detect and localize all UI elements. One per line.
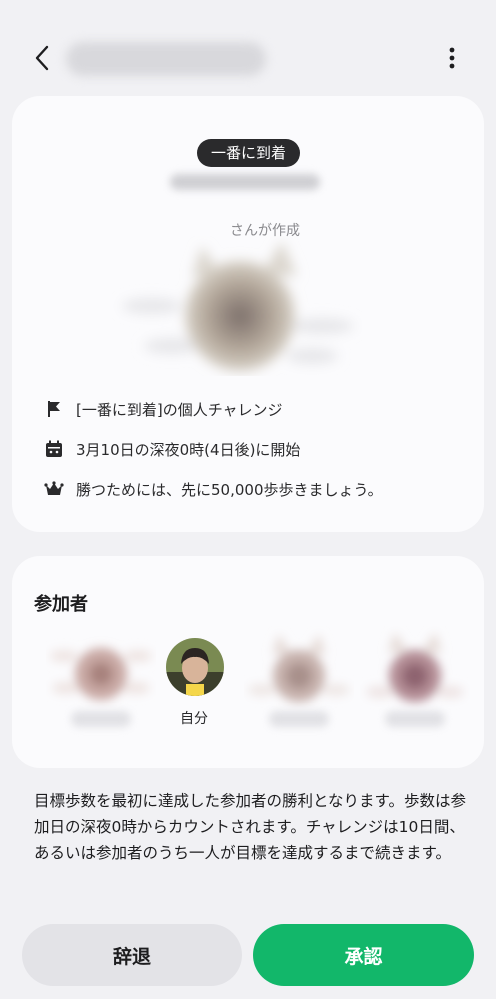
more-options-button[interactable] [440,44,464,72]
calendar-icon [46,440,62,457]
start-time-text: 3月10日の深夜0時(4日後)に開始 [76,440,301,459]
challenge-rules-text: 目標歩数を最初に達成した参加者の勝利となります。歩数は参加日の深夜0時からカウン… [34,792,466,862]
participants-card: 参加者 自分 [12,556,484,768]
participant-name-redacted [385,711,445,727]
participant-name-redacted [269,711,329,727]
back-button[interactable] [28,40,58,76]
creator-avatar [122,241,354,371]
participant-avatar[interactable] [244,626,354,756]
participant-name-redacted [71,711,131,727]
self-avatar-image [166,638,224,696]
participants-title: 参加者 [34,594,88,615]
more-vertical-icon [449,47,455,69]
flag-icon [48,401,60,417]
app-header [0,0,496,96]
accept-button[interactable]: 承認 [253,924,474,986]
crown-icon [44,481,64,495]
participant-avatar[interactable] [360,626,470,756]
creator-name-redacted [170,174,320,190]
goal-text: 勝つためには、先に50,000歩歩きましょう。 [76,480,383,499]
decline-button[interactable]: 辞退 [22,924,242,986]
goal-row: 勝つためには、先に50,000歩歩きましょう。 [44,476,383,502]
challenge-type-text: [一番に到着]の個人チャレンジ [76,400,283,419]
self-label: 自分 [180,711,208,727]
challenge-type-row: [一番に到着]の個人チャレンジ [44,396,283,422]
participant-avatar[interactable] [46,626,156,756]
start-time-row: 3月10日の深夜0時(4日後)に開始 [44,436,300,462]
challenge-card: 一番に到着 さんが作成 [一番に到着]の個人チャレンジ 3月10日の深夜0時(4… [12,96,484,532]
challenge-type-badge: 一番に到着 [197,139,301,167]
challenge-title-redacted [66,42,266,76]
chevron-left-icon [35,45,49,71]
self-avatar[interactable] [166,638,224,696]
